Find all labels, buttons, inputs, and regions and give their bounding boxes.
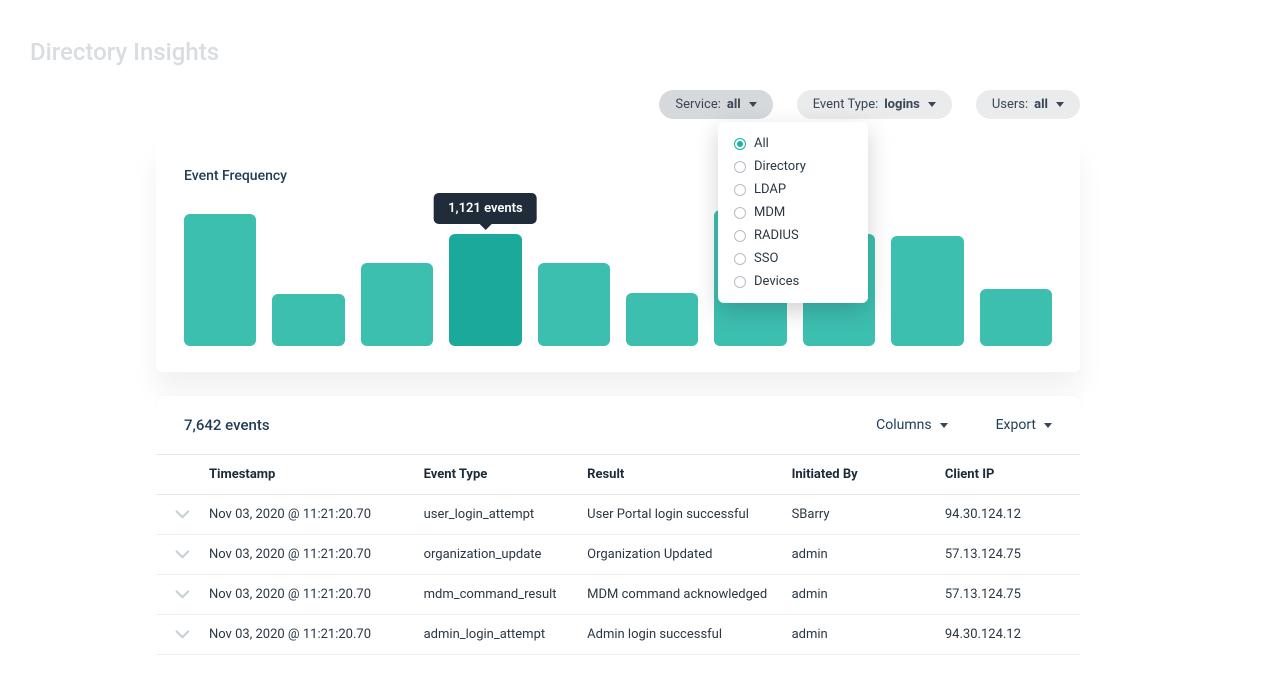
expand-cell[interactable] — [156, 495, 201, 535]
chart-bar[interactable] — [361, 263, 433, 346]
chart-bar[interactable] — [449, 234, 521, 346]
radio-icon — [734, 253, 746, 265]
chart-bar[interactable] — [626, 293, 698, 346]
table-row[interactable]: Nov 03, 2020 @ 11:21:20.70user_login_att… — [156, 495, 1080, 535]
event-count: 7,642 events — [184, 416, 270, 434]
dropdown-item-label: SSO — [754, 251, 778, 266]
dropdown-item-label: All — [754, 136, 769, 151]
cell-client-ip: 57.13.124.75 — [937, 575, 1080, 615]
chart-tooltip: 1,121 events — [434, 193, 537, 224]
filter-service-value: all — [727, 97, 741, 112]
caret-down-icon — [1044, 423, 1052, 428]
col-timestamp-header[interactable]: Timestamp — [201, 455, 416, 495]
chevron-down-icon[interactable] — [175, 545, 189, 559]
table-row[interactable]: Nov 03, 2020 @ 11:21:20.70admin_login_at… — [156, 615, 1080, 655]
cell-initiated-by: SBarry — [784, 495, 937, 535]
cell-initiated-by: admin — [784, 535, 937, 575]
columns-label: Columns — [876, 417, 931, 433]
radio-icon — [734, 184, 746, 196]
filter-users[interactable]: Users: all — [976, 90, 1080, 119]
cell-event-type: mdm_command_result — [416, 575, 580, 615]
chevron-down-icon[interactable] — [175, 625, 189, 639]
filters-row: Service: all Event Type: logins Users: a… — [659, 90, 1080, 119]
cell-client-ip: 94.30.124.12 — [937, 495, 1080, 535]
cell-initiated-by: admin — [784, 575, 937, 615]
table-card: 7,642 events Columns Export Timestamp Ev… — [156, 396, 1080, 655]
chart-area: 1,121 events — [184, 196, 1052, 346]
caret-down-icon — [928, 102, 936, 107]
dropdown-item[interactable]: Devices — [718, 270, 868, 293]
page-title: Directory Insights — [30, 38, 219, 66]
cell-event-type: user_login_attempt — [416, 495, 580, 535]
events-table: Timestamp Event Type Result Initiated By… — [156, 454, 1080, 655]
dropdown-item[interactable]: MDM — [718, 201, 868, 224]
filter-service[interactable]: Service: all — [659, 90, 772, 119]
chart-bar[interactable] — [184, 214, 256, 346]
col-result-header[interactable]: Result — [579, 455, 783, 495]
expand-cell[interactable] — [156, 575, 201, 615]
chart-title: Event Frequency — [184, 168, 1052, 184]
caret-down-icon — [1056, 102, 1064, 107]
filter-users-value: all — [1034, 97, 1048, 112]
chart-bar[interactable] — [980, 289, 1052, 346]
filter-event-type-value: logins — [884, 97, 920, 112]
filter-event-type[interactable]: Event Type: logins — [797, 90, 952, 119]
radio-icon — [734, 276, 746, 288]
dropdown-item-label: RADIUS — [754, 228, 799, 243]
dropdown-item[interactable]: Directory — [718, 155, 868, 178]
radio-icon — [734, 138, 746, 150]
cell-event-type: admin_login_attempt — [416, 615, 580, 655]
dropdown-item[interactable]: SSO — [718, 247, 868, 270]
cell-timestamp: Nov 03, 2020 @ 11:21:20.70 — [201, 615, 416, 655]
col-event-type-header[interactable]: Event Type — [416, 455, 580, 495]
columns-button[interactable]: Columns — [876, 417, 947, 433]
filter-event-type-label: Event Type: — [813, 97, 879, 112]
dropdown-item[interactable]: RADIUS — [718, 224, 868, 247]
dropdown-item-label: Directory — [754, 159, 806, 174]
expand-cell[interactable] — [156, 615, 201, 655]
filter-service-label: Service: — [675, 97, 720, 112]
caret-down-icon — [749, 102, 757, 107]
col-expand-header — [156, 455, 201, 495]
chart-bar[interactable] — [538, 263, 610, 346]
expand-cell[interactable] — [156, 535, 201, 575]
radio-icon — [734, 230, 746, 242]
radio-icon — [734, 161, 746, 173]
col-initiated-by-header[interactable]: Initiated By — [784, 455, 937, 495]
filter-users-label: Users: — [992, 97, 1028, 112]
export-button[interactable]: Export — [996, 417, 1052, 433]
table-row[interactable]: Nov 03, 2020 @ 11:21:20.70organization_u… — [156, 535, 1080, 575]
cell-result: Organization Updated — [579, 535, 783, 575]
cell-result: User Portal login successful — [579, 495, 783, 535]
cell-result: Admin login successful — [579, 615, 783, 655]
chart-bar[interactable] — [891, 236, 963, 346]
col-client-ip-header[interactable]: Client IP — [937, 455, 1080, 495]
cell-timestamp: Nov 03, 2020 @ 11:21:20.70 — [201, 575, 416, 615]
cell-client-ip: 57.13.124.75 — [937, 535, 1080, 575]
cell-client-ip: 94.30.124.12 — [937, 615, 1080, 655]
dropdown-item-label: MDM — [754, 205, 785, 220]
cell-initiated-by: admin — [784, 615, 937, 655]
cell-event-type: organization_update — [416, 535, 580, 575]
service-dropdown[interactable]: All Directory LDAP MDM RADIUS SSO Devices — [718, 122, 868, 303]
dropdown-item[interactable]: LDAP — [718, 178, 868, 201]
table-toolbar: 7,642 events Columns Export — [156, 396, 1080, 454]
cell-timestamp: Nov 03, 2020 @ 11:21:20.70 — [201, 495, 416, 535]
chart-bar[interactable] — [272, 294, 344, 346]
caret-down-icon — [940, 423, 948, 428]
table-row[interactable]: Nov 03, 2020 @ 11:21:20.70mdm_command_re… — [156, 575, 1080, 615]
chevron-down-icon[interactable] — [175, 585, 189, 599]
chart-card: Event Frequency 1,121 events — [156, 140, 1080, 372]
cell-timestamp: Nov 03, 2020 @ 11:21:20.70 — [201, 535, 416, 575]
cell-result: MDM command acknowledged — [579, 575, 783, 615]
radio-icon — [734, 207, 746, 219]
dropdown-item-label: LDAP — [754, 182, 786, 197]
chevron-down-icon[interactable] — [175, 505, 189, 519]
dropdown-item-label: Devices — [754, 274, 799, 289]
export-label: Export — [996, 417, 1036, 433]
dropdown-item[interactable]: All — [718, 132, 868, 155]
